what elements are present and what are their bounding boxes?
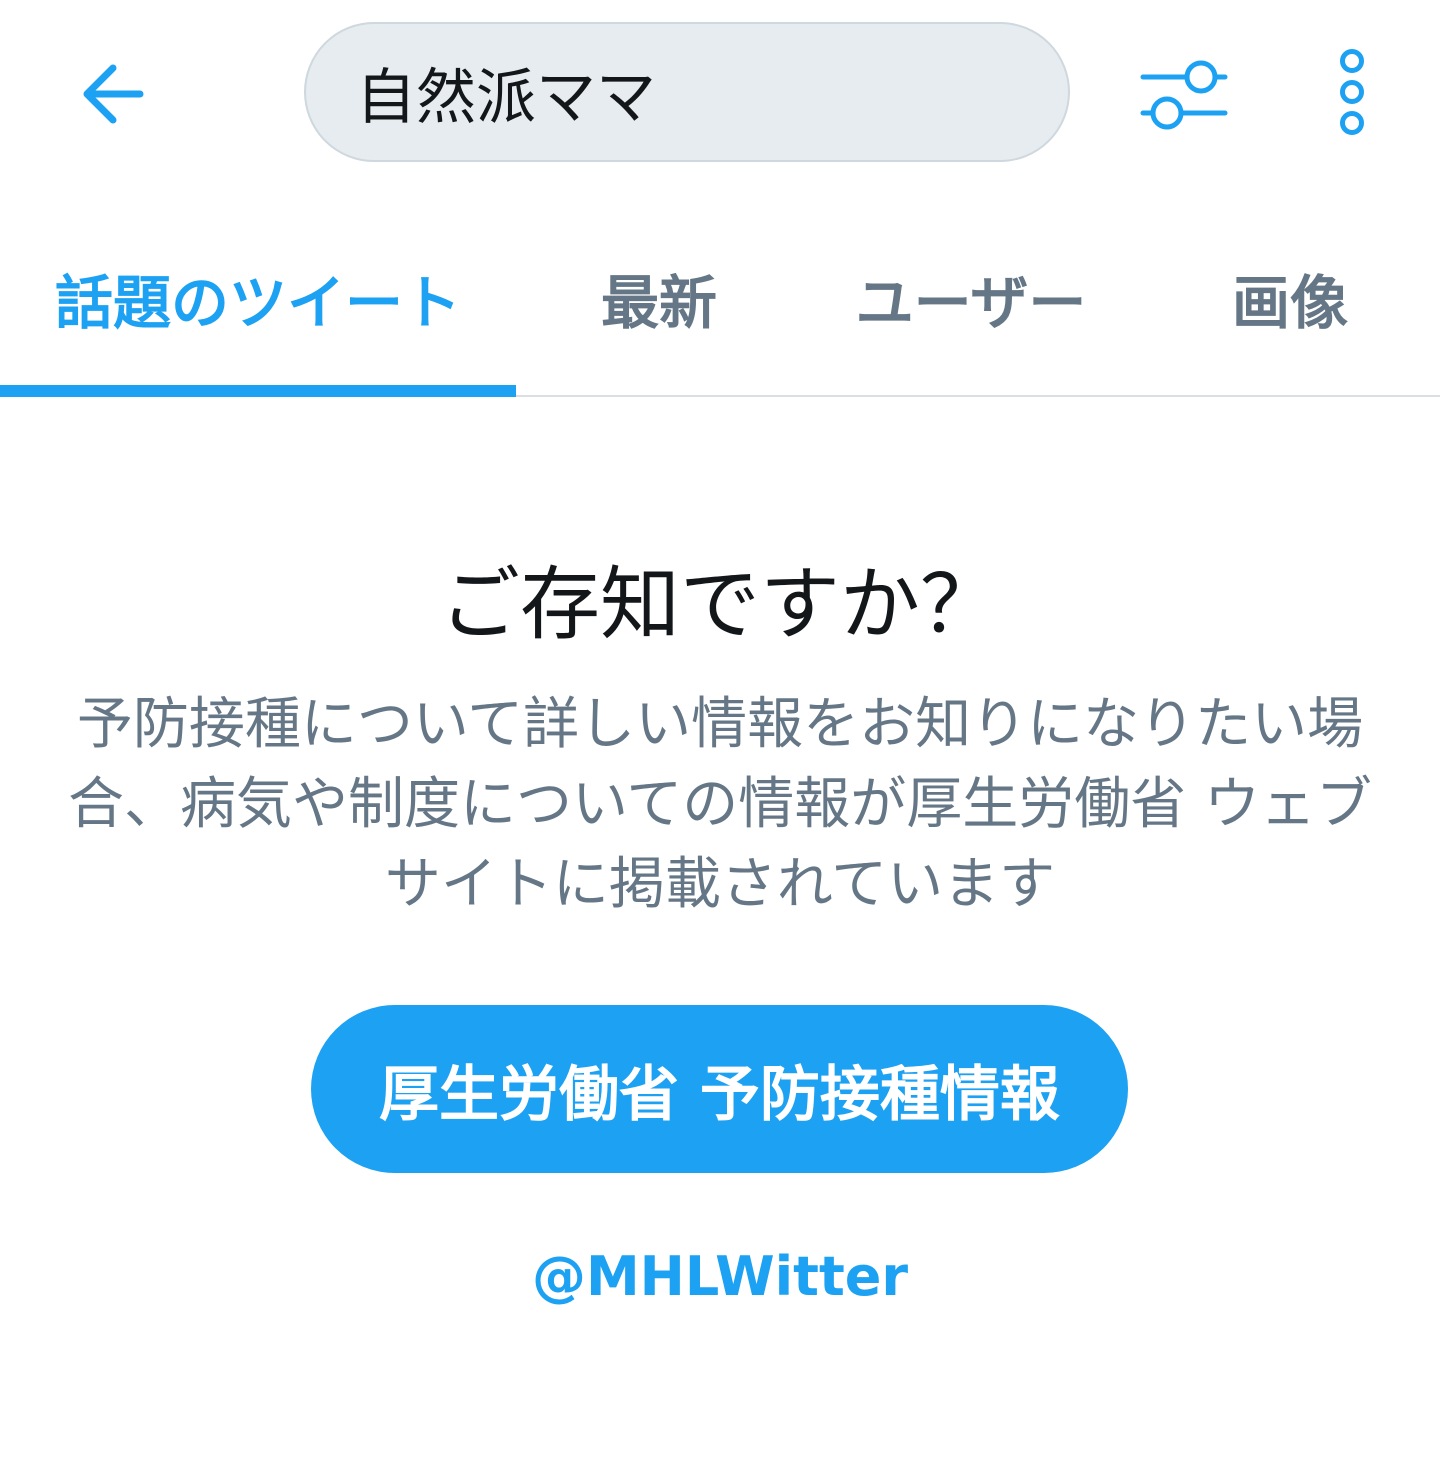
tab-users[interactable]: ユーザー xyxy=(802,200,1140,395)
sliders-icon xyxy=(1140,60,1228,130)
mhlw-vaccination-info-button[interactable]: 厚生労働省 予防接種情報 xyxy=(311,1005,1128,1173)
back-button[interactable] xyxy=(70,52,154,136)
search-input[interactable]: 自然派ママ xyxy=(304,22,1070,162)
active-tab-indicator xyxy=(0,385,516,397)
notice-title: ご存知ですか？ xyxy=(440,558,1000,651)
filter-button[interactable] xyxy=(1136,50,1232,140)
search-tabs: 話題のツイート 最新 ユーザー 画像 xyxy=(0,200,1440,397)
tab-images[interactable]: 画像 xyxy=(1140,200,1440,395)
tab-top-tweets[interactable]: 話題のツイート xyxy=(0,200,516,395)
vertical-dots-icon xyxy=(1340,49,1364,135)
tab-latest[interactable]: 最新 xyxy=(516,200,802,395)
arrow-left-icon xyxy=(83,64,144,124)
mhlw-handle-link[interactable]: @MHLWitter xyxy=(0,1245,1440,1308)
top-bar: 自然派ママ xyxy=(0,0,1440,190)
search-query-text: 自然派ママ xyxy=(356,62,656,133)
more-options-button[interactable] xyxy=(1316,42,1388,142)
notice-body: 予防接種について詳しい情報をお知りになりたい場合、病気や制度についての情報が厚生… xyxy=(67,692,1373,917)
